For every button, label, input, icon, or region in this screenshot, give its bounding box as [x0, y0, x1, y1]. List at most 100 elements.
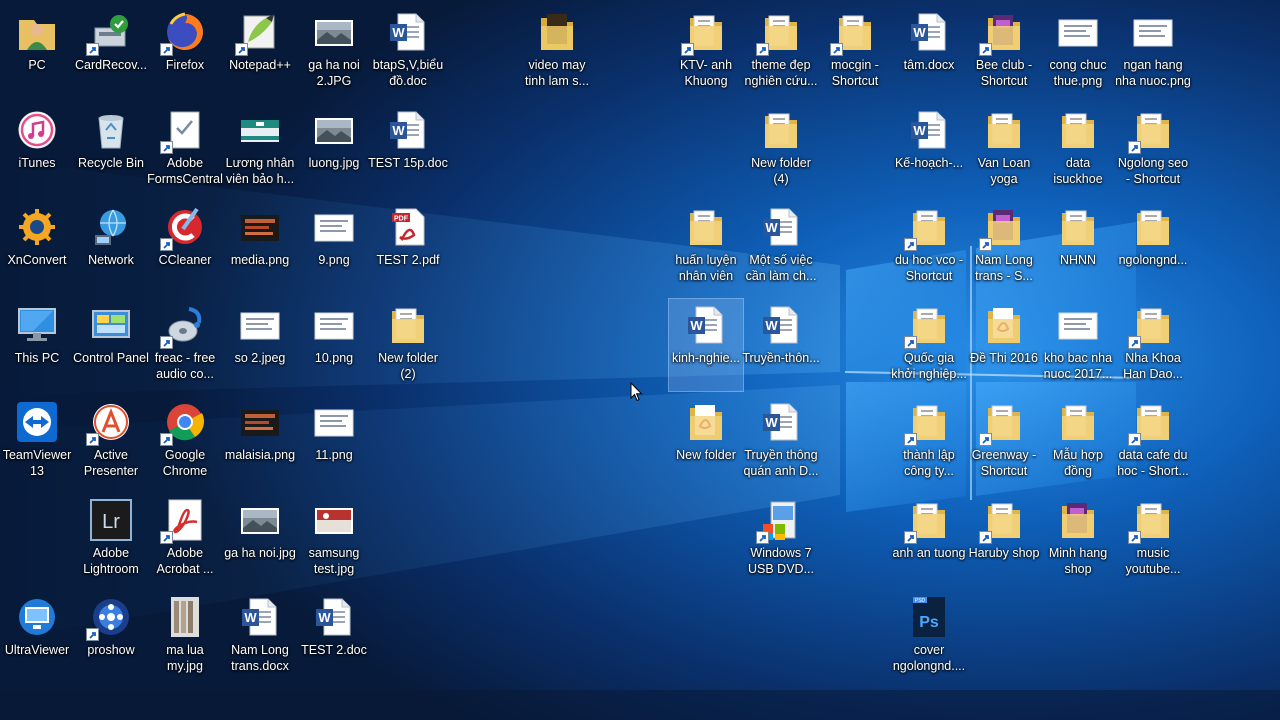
- desktop-icon-freac-free-audio-co[interactable]: freac - free audio co...: [148, 299, 222, 391]
- shortcut-arrow-icon: [160, 531, 173, 544]
- desktop-icon-theme-p-nghin-cu[interactable]: theme đẹp nghiên cứu...: [744, 6, 818, 98]
- desktop-icon-label: Đề Thi 2016: [970, 351, 1038, 365]
- desktop-icon-so-2jpeg[interactable]: so 2.jpeg: [223, 299, 297, 391]
- desktop-icon-ngolong-seo-shortcut[interactable]: Ngolong seo - Shortcut: [1116, 104, 1190, 196]
- desktop-icon-k-hoch[interactable]: W Kế-hoạch-...: [892, 104, 966, 196]
- desktop-icon-truyn-thn[interactable]: W Truyền-thôn...: [742, 299, 820, 391]
- shortcut-arrow-icon: [979, 238, 992, 251]
- shortcut-arrow-icon: [1128, 433, 1141, 446]
- desktop-icon-label: Nam Long trans - S...: [975, 253, 1033, 283]
- desktop-icon-data-isuckhoe[interactable]: data isuckhoe: [1041, 104, 1115, 196]
- desktop-icon-mediapng[interactable]: media.png: [223, 201, 297, 293]
- desktop-icon-teamviewer-13[interactable]: TeamViewer 13: [0, 396, 74, 488]
- firefox-icon: [160, 10, 207, 56]
- desktop-icon-ktv-anh-khuong[interactable]: KTV- anh Khuong: [669, 6, 743, 98]
- folder-icon: [1056, 205, 1100, 249]
- desktop-icon-ccleaner[interactable]: CCleaner: [148, 201, 222, 293]
- desktop-icon-cover-ngolongnd[interactable]: PSD Ps cover ngolongnd....: [892, 591, 966, 683]
- svg-text:PSD: PSD: [915, 598, 926, 604]
- desktop-icon-label: Firefox: [165, 58, 205, 72]
- image-icon: [238, 498, 282, 542]
- desktop-icon-ultraviewer[interactable]: UltraViewer: [0, 591, 74, 683]
- desktop-icon-adobe-acrobat[interactable]: Adobe Acrobat ...: [148, 494, 222, 586]
- image-icon: [312, 108, 356, 152]
- desktop-icon-ngolongnd[interactable]: ngolongnd...: [1116, 201, 1190, 293]
- desktop-icon-data-cafe-du-hoc-short[interactable]: data cafe du hoc - Short...: [1116, 396, 1190, 488]
- desktop-icon-samsung-testjpg[interactable]: samsung test.jpg: [297, 494, 371, 586]
- desktop-icon-nam-long-transdocx[interactable]: W Nam Long trans.docx: [223, 591, 297, 683]
- desktop-icon-label: TEST 2.pdf: [376, 253, 440, 267]
- desktop-icon-test-15pdoc[interactable]: W TEST 15p.doc: [368, 104, 448, 196]
- desktop-icon-nha-khoa-han-dao[interactable]: Nha Khoa Han Dao...: [1116, 299, 1190, 391]
- desktop-icon-label: NHNN: [1059, 253, 1097, 267]
- desktop-icon-windows-7-usb-dvd[interactable]: Windows 7 USB DVD...: [744, 494, 818, 586]
- desktop-icon-kho-bac-nha-nuoc-2017[interactable]: kho bac nha nuoc 2017...: [1041, 299, 1115, 391]
- desktop-icon-quc-gia-khi-nghip[interactable]: Quốc gia khởi nghiệp...: [891, 299, 967, 391]
- desktop-icon-firefox[interactable]: Firefox: [148, 6, 222, 98]
- desktop-icon-btapsvbiu-doc[interactable]: WbtapS,V,biểu đồ.doc: [371, 6, 445, 98]
- desktop-icon-bee-club-shortcut[interactable]: Bee club - Shortcut: [967, 6, 1041, 98]
- desktop-icon-nam-long-trans-s[interactable]: Nam Long trans - S...: [967, 201, 1041, 293]
- shortcut-arrow-icon: [1128, 531, 1141, 544]
- desktop-icon-label: ma lua my.jpg: [166, 643, 204, 673]
- desktop-icon-recycle-bin[interactable]: Recycle Bin: [74, 104, 148, 196]
- desktop-icon-xnconvert[interactable]: XnConvert: [0, 201, 74, 293]
- desktop-icon-adobe-formscentral[interactable]: Adobe FormsCentral: [147, 104, 223, 196]
- desktop-icon-truyn-thng-qun-anh-d[interactable]: W Truyền thông quán anh D...: [743, 396, 819, 488]
- desktop-icon-new-folder-2[interactable]: New folder (2): [371, 299, 445, 391]
- desktop-icon-test-2doc[interactable]: W TEST 2.doc: [297, 591, 371, 683]
- desktop-icon-music-youtube[interactable]: music youtube...: [1116, 494, 1190, 586]
- desktop-icon-label: Bee club - Shortcut: [975, 58, 1033, 88]
- desktop-icon-kinh-nghie[interactable]: Wkinh-nghie...: [668, 298, 744, 392]
- desktop-icon-mocgin-shortcut[interactable]: mocgin - Shortcut: [818, 6, 892, 98]
- mouse-cursor-icon: [630, 382, 643, 402]
- desktop-icon-new-folder[interactable]: New folder: [669, 396, 743, 488]
- desktop-icon-cardrecov[interactable]: CardRecov...: [74, 6, 148, 98]
- desktop-icon-ma-lua-myjpg[interactable]: ma lua my.jpg: [148, 591, 222, 683]
- shortcut-arrow-icon: [160, 238, 173, 251]
- desktop-icon-mu-hp-ng[interactable]: Mẫu hợp đồng: [1041, 396, 1115, 488]
- desktop-icon-luongjpg[interactable]: luong.jpg: [297, 104, 371, 196]
- word-icon: W: [907, 10, 951, 54]
- desktop-icon-google-chrome[interactable]: Google Chrome: [148, 396, 222, 488]
- desktop-icon-adobe-lightroom[interactable]: Lr Adobe Lightroom: [74, 494, 148, 586]
- desktop-icon-ga-ha-noijpg[interactable]: ga ha noi.jpg: [223, 494, 297, 586]
- shortcut-arrow-icon: [681, 43, 694, 56]
- desktop-icon-label: cong chuc thue.png: [1049, 58, 1107, 88]
- desktop-icon-10png[interactable]: 10.png: [297, 299, 371, 391]
- word-icon: W: [759, 303, 803, 347]
- desktop-icon-control-panel[interactable]: Control Panel: [73, 299, 149, 391]
- desktop-icon-tmdocx[interactable]: Wtâm.docx: [892, 6, 966, 98]
- desktop-icon-notepad[interactable]: Notepad++: [223, 6, 297, 98]
- desktop-icon-haruby-shop[interactable]: Haruby shop: [967, 494, 1041, 586]
- desktop-icon-greenway-shortcut[interactable]: Greenway - Shortcut: [967, 396, 1041, 488]
- desktop-icon-mt-s-vic-cn-lm-ch[interactable]: W Một số việc cần làm ch...: [744, 201, 818, 293]
- desktop-icon-hun-luyn-nhn-vin[interactable]: huấn luyện nhân viên: [669, 201, 743, 293]
- desktop-icon-van-loan-yoga[interactable]: Van Loan yoga: [967, 104, 1041, 196]
- desktop-icon-video-may-tinh-lam-s[interactable]: video may tinh lam s...: [520, 6, 594, 98]
- desktop-icon-9png[interactable]: 9.png: [297, 201, 371, 293]
- desktop-icon-11png[interactable]: 11.png: [297, 396, 371, 488]
- desktop-icon-network[interactable]: Network: [74, 201, 148, 293]
- desktop-icon-label: 11.png: [315, 448, 353, 462]
- desktop-icon-proshow[interactable]: proshow: [74, 591, 148, 683]
- desktop-icon-ga-ha-noi-2jpg[interactable]: ga ha noi 2.JPG: [297, 6, 371, 98]
- desktop-icon-nhnn[interactable]: NHNN: [1041, 201, 1115, 293]
- desktop-icon-ngan-hang-nha-nuocpng[interactable]: ngan hang nha nuoc.png: [1115, 6, 1191, 98]
- desktop-icon-minh-hang-shop[interactable]: Minh hang shop: [1041, 494, 1115, 586]
- desktop-icon-label: du hoc vco - Shortcut: [894, 253, 964, 283]
- desktop-icon-thnh-lp-cng-ty[interactable]: thành lập công ty...: [892, 396, 966, 488]
- desktop-icon-new-folder-4[interactable]: New folder (4): [744, 104, 818, 196]
- desktop-icon-lng-nhn-vin-bo-h[interactable]: Lương nhân viên bảo h...: [223, 104, 297, 196]
- desktop-icon-pc[interactable]: PC: [0, 6, 74, 98]
- desktop-icon-test-2pdf[interactable]: PDF TEST 2.pdf: [371, 201, 445, 293]
- desktop-icon-thi-2016[interactable]: Đề Thi 2016: [967, 299, 1041, 391]
- desktop-icon-anh-an-tuong[interactable]: anh an tuong: [892, 494, 966, 586]
- desktop-icon-cong-chuc-thuepng[interactable]: cong chuc thue.png: [1041, 6, 1115, 98]
- desktop-icon-this-pc[interactable]: This PC: [0, 299, 74, 391]
- desktop-icon-itunes[interactable]: iTunes: [0, 104, 74, 196]
- desktop-icon-active-presenter[interactable]: Active Presenter: [74, 396, 148, 488]
- desktop-icon-label: CCleaner: [158, 253, 212, 267]
- desktop-icon-malaisiapng[interactable]: malaisia.png: [223, 396, 297, 488]
- desktop-icon-du-hoc-vco-shortcut[interactable]: du hoc vco - Shortcut: [892, 201, 966, 293]
